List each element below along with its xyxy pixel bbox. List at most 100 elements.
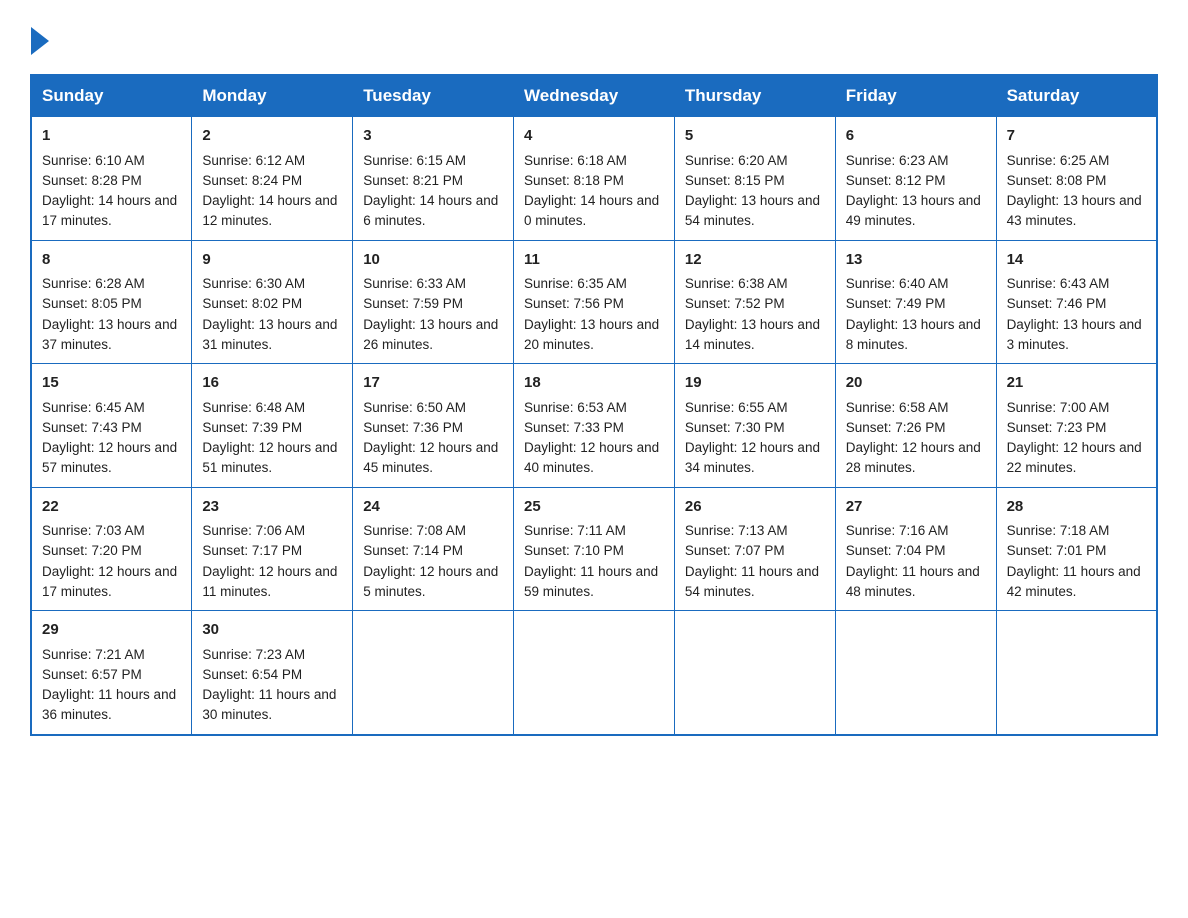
sunrise-text: Sunrise: 6:18 AM bbox=[524, 153, 627, 168]
sunrise-text: Sunrise: 6:45 AM bbox=[42, 400, 145, 415]
calendar-cell bbox=[514, 611, 675, 735]
daylight-text: Daylight: 12 hours and 57 minutes. bbox=[42, 440, 177, 475]
sunset-text: Sunset: 8:28 PM bbox=[42, 173, 142, 188]
logo-arrow-icon bbox=[31, 27, 49, 55]
logo bbox=[30, 28, 50, 56]
daylight-text: Daylight: 13 hours and 37 minutes. bbox=[42, 317, 177, 352]
calendar-cell: 7 Sunrise: 6:25 AM Sunset: 8:08 PM Dayli… bbox=[996, 117, 1157, 241]
sunset-text: Sunset: 8:24 PM bbox=[202, 173, 302, 188]
sunrise-text: Sunrise: 6:25 AM bbox=[1007, 153, 1110, 168]
day-number: 12 bbox=[685, 249, 825, 272]
calendar-cell: 14 Sunrise: 6:43 AM Sunset: 7:46 PM Dayl… bbox=[996, 240, 1157, 364]
daylight-text: Daylight: 14 hours and 0 minutes. bbox=[524, 193, 659, 228]
calendar-cell: 8 Sunrise: 6:28 AM Sunset: 8:05 PM Dayli… bbox=[31, 240, 192, 364]
calendar-cell: 2 Sunrise: 6:12 AM Sunset: 8:24 PM Dayli… bbox=[192, 117, 353, 241]
sunrise-text: Sunrise: 7:16 AM bbox=[846, 523, 949, 538]
calendar-cell: 26 Sunrise: 7:13 AM Sunset: 7:07 PM Dayl… bbox=[674, 487, 835, 611]
sunrise-text: Sunrise: 6:40 AM bbox=[846, 276, 949, 291]
calendar-cell bbox=[996, 611, 1157, 735]
calendar-week-row: 15 Sunrise: 6:45 AM Sunset: 7:43 PM Dayl… bbox=[31, 364, 1157, 488]
sunset-text: Sunset: 7:30 PM bbox=[685, 420, 785, 435]
day-number: 19 bbox=[685, 372, 825, 395]
calendar-cell bbox=[674, 611, 835, 735]
sunrise-text: Sunrise: 6:28 AM bbox=[42, 276, 145, 291]
day-number: 22 bbox=[42, 496, 181, 519]
calendar-cell: 16 Sunrise: 6:48 AM Sunset: 7:39 PM Dayl… bbox=[192, 364, 353, 488]
calendar-cell bbox=[835, 611, 996, 735]
day-number: 26 bbox=[685, 496, 825, 519]
day-number: 14 bbox=[1007, 249, 1146, 272]
daylight-text: Daylight: 13 hours and 43 minutes. bbox=[1007, 193, 1142, 228]
daylight-text: Daylight: 13 hours and 14 minutes. bbox=[685, 317, 820, 352]
day-number: 16 bbox=[202, 372, 342, 395]
daylight-text: Daylight: 13 hours and 8 minutes. bbox=[846, 317, 981, 352]
day-number: 7 bbox=[1007, 125, 1146, 148]
day-number: 18 bbox=[524, 372, 664, 395]
sunset-text: Sunset: 8:02 PM bbox=[202, 296, 302, 311]
day-number: 27 bbox=[846, 496, 986, 519]
calendar-cell: 6 Sunrise: 6:23 AM Sunset: 8:12 PM Dayli… bbox=[835, 117, 996, 241]
calendar-cell: 10 Sunrise: 6:33 AM Sunset: 7:59 PM Dayl… bbox=[353, 240, 514, 364]
day-number: 29 bbox=[42, 619, 181, 642]
sunrise-text: Sunrise: 6:48 AM bbox=[202, 400, 305, 415]
sunset-text: Sunset: 7:17 PM bbox=[202, 543, 302, 558]
sunrise-text: Sunrise: 7:13 AM bbox=[685, 523, 788, 538]
day-number: 8 bbox=[42, 249, 181, 272]
sunset-text: Sunset: 6:54 PM bbox=[202, 667, 302, 682]
sunrise-text: Sunrise: 7:23 AM bbox=[202, 647, 305, 662]
sunrise-text: Sunrise: 6:53 AM bbox=[524, 400, 627, 415]
day-number: 11 bbox=[524, 249, 664, 272]
calendar-cell: 19 Sunrise: 6:55 AM Sunset: 7:30 PM Dayl… bbox=[674, 364, 835, 488]
daylight-text: Daylight: 11 hours and 54 minutes. bbox=[685, 564, 819, 599]
day-of-week-header: Wednesday bbox=[514, 75, 675, 117]
daylight-text: Daylight: 13 hours and 26 minutes. bbox=[363, 317, 498, 352]
calendar-week-row: 22 Sunrise: 7:03 AM Sunset: 7:20 PM Dayl… bbox=[31, 487, 1157, 611]
sunrise-text: Sunrise: 6:55 AM bbox=[685, 400, 788, 415]
sunset-text: Sunset: 7:20 PM bbox=[42, 543, 142, 558]
calendar-cell: 27 Sunrise: 7:16 AM Sunset: 7:04 PM Dayl… bbox=[835, 487, 996, 611]
daylight-text: Daylight: 13 hours and 31 minutes. bbox=[202, 317, 337, 352]
sunset-text: Sunset: 7:33 PM bbox=[524, 420, 624, 435]
sunrise-text: Sunrise: 7:00 AM bbox=[1007, 400, 1110, 415]
day-of-week-header: Monday bbox=[192, 75, 353, 117]
sunset-text: Sunset: 6:57 PM bbox=[42, 667, 142, 682]
daylight-text: Daylight: 12 hours and 22 minutes. bbox=[1007, 440, 1142, 475]
sunset-text: Sunset: 7:04 PM bbox=[846, 543, 946, 558]
daylight-text: Daylight: 13 hours and 54 minutes. bbox=[685, 193, 820, 228]
day-number: 28 bbox=[1007, 496, 1146, 519]
calendar-cell: 15 Sunrise: 6:45 AM Sunset: 7:43 PM Dayl… bbox=[31, 364, 192, 488]
daylight-text: Daylight: 11 hours and 59 minutes. bbox=[524, 564, 658, 599]
day-number: 20 bbox=[846, 372, 986, 395]
day-number: 1 bbox=[42, 125, 181, 148]
page-header bbox=[30, 20, 1158, 56]
sunset-text: Sunset: 7:59 PM bbox=[363, 296, 463, 311]
sunrise-text: Sunrise: 6:30 AM bbox=[202, 276, 305, 291]
calendar-cell: 1 Sunrise: 6:10 AM Sunset: 8:28 PM Dayli… bbox=[31, 117, 192, 241]
sunset-text: Sunset: 7:52 PM bbox=[685, 296, 785, 311]
sunset-text: Sunset: 7:10 PM bbox=[524, 543, 624, 558]
calendar-cell: 18 Sunrise: 6:53 AM Sunset: 7:33 PM Dayl… bbox=[514, 364, 675, 488]
sunset-text: Sunset: 7:26 PM bbox=[846, 420, 946, 435]
day-number: 17 bbox=[363, 372, 503, 395]
day-number: 13 bbox=[846, 249, 986, 272]
day-of-week-header: Thursday bbox=[674, 75, 835, 117]
sunrise-text: Sunrise: 6:33 AM bbox=[363, 276, 466, 291]
calendar-week-row: 1 Sunrise: 6:10 AM Sunset: 8:28 PM Dayli… bbox=[31, 117, 1157, 241]
sunrise-text: Sunrise: 7:11 AM bbox=[524, 523, 626, 538]
day-number: 23 bbox=[202, 496, 342, 519]
day-number: 25 bbox=[524, 496, 664, 519]
calendar-cell: 25 Sunrise: 7:11 AM Sunset: 7:10 PM Dayl… bbox=[514, 487, 675, 611]
calendar-cell: 13 Sunrise: 6:40 AM Sunset: 7:49 PM Dayl… bbox=[835, 240, 996, 364]
calendar-cell bbox=[353, 611, 514, 735]
sunset-text: Sunset: 7:01 PM bbox=[1007, 543, 1107, 558]
daylight-text: Daylight: 11 hours and 42 minutes. bbox=[1007, 564, 1141, 599]
calendar-cell: 4 Sunrise: 6:18 AM Sunset: 8:18 PM Dayli… bbox=[514, 117, 675, 241]
calendar-cell: 12 Sunrise: 6:38 AM Sunset: 7:52 PM Dayl… bbox=[674, 240, 835, 364]
day-number: 4 bbox=[524, 125, 664, 148]
sunset-text: Sunset: 7:46 PM bbox=[1007, 296, 1107, 311]
day-number: 6 bbox=[846, 125, 986, 148]
sunrise-text: Sunrise: 7:21 AM bbox=[42, 647, 145, 662]
day-number: 15 bbox=[42, 372, 181, 395]
sunset-text: Sunset: 8:21 PM bbox=[363, 173, 463, 188]
calendar-week-row: 29 Sunrise: 7:21 AM Sunset: 6:57 PM Dayl… bbox=[31, 611, 1157, 735]
